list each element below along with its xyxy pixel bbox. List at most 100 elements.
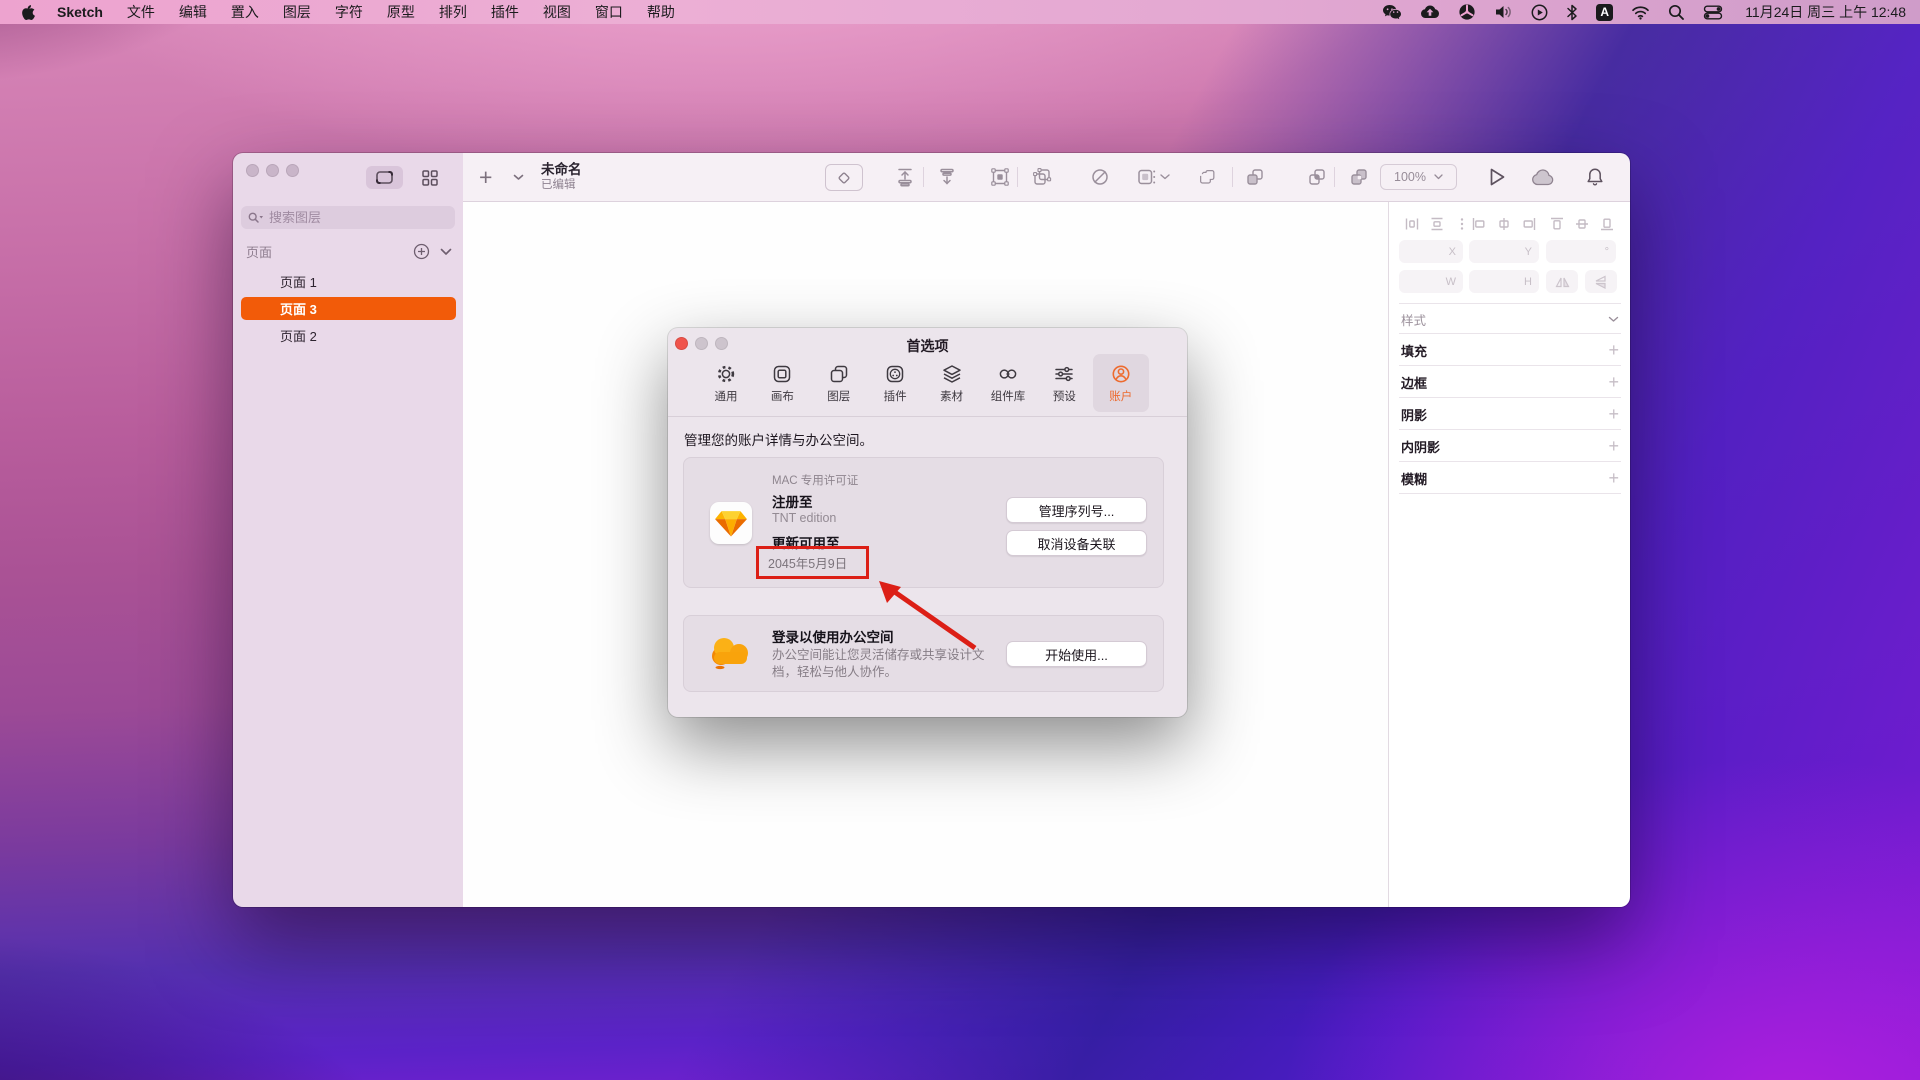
menu-prototype[interactable]: 原型: [375, 2, 427, 22]
align-middle-vertical-icon[interactable]: [1574, 216, 1590, 232]
bring-forward-button[interactable]: [888, 153, 922, 201]
control-center-icon[interactable]: [1703, 5, 1723, 20]
fills-section-row[interactable]: 填充 +: [1401, 335, 1619, 365]
manage-serial-button[interactable]: 管理序列号...: [1006, 497, 1147, 523]
blur-section-row[interactable]: 模糊 +: [1401, 463, 1619, 493]
scale-button[interactable]: [1131, 153, 1175, 201]
collapse-pages-icon[interactable]: [440, 248, 452, 256]
menu-bar: Sketch 文件 编辑 置入 图层 字符 原型 排列 插件 视图 窗口 帮助 …: [0, 0, 1920, 24]
unlink-device-button[interactable]: 取消设备关联: [1006, 530, 1147, 556]
cloud-sync-button[interactable]: [1525, 153, 1561, 201]
inner-shadows-section-row[interactable]: 内阴影 +: [1401, 431, 1619, 461]
add-shadow-icon[interactable]: +: [1608, 404, 1619, 425]
window-minimize-button[interactable]: [266, 164, 279, 177]
preview-button[interactable]: [1479, 153, 1515, 201]
align-top-icon[interactable]: [1549, 216, 1565, 232]
menu-help[interactable]: 帮助: [635, 2, 687, 22]
tab-plugins[interactable]: 插件: [867, 354, 923, 412]
menu-text[interactable]: 字符: [323, 2, 375, 22]
input-method-icon[interactable]: A: [1596, 4, 1613, 21]
tab-canvas[interactable]: 画布: [754, 354, 810, 412]
wifi-icon[interactable]: [1631, 5, 1650, 20]
height-field[interactable]: H: [1469, 270, 1539, 293]
add-border-icon[interactable]: +: [1608, 372, 1619, 393]
distribute-horizontally-icon[interactable]: [1404, 216, 1420, 232]
menu-window[interactable]: 窗口: [583, 2, 635, 22]
flip-horizontal-button[interactable]: [1546, 270, 1578, 293]
width-field[interactable]: W: [1399, 270, 1463, 293]
play-circle-icon[interactable]: [1531, 4, 1548, 21]
tab-presets[interactable]: 预设: [1036, 354, 1092, 412]
style-chevron-icon[interactable]: [1608, 316, 1619, 323]
borders-section-row[interactable]: 边框 +: [1401, 367, 1619, 397]
rotation-field[interactable]: °: [1546, 240, 1616, 263]
menu-insert[interactable]: 置入: [219, 2, 271, 22]
page-item-label: 页面 2: [280, 326, 317, 345]
add-page-icon[interactable]: [413, 243, 430, 260]
menu-layer[interactable]: 图层: [271, 2, 323, 22]
spotlight-search-icon[interactable]: [1668, 4, 1685, 21]
bluetooth-icon[interactable]: [1566, 4, 1578, 21]
boolean-difference-button[interactable]: [1342, 153, 1376, 201]
blur-label: 模糊: [1401, 469, 1427, 488]
get-started-button[interactable]: 开始使用...: [1006, 641, 1147, 667]
page-item-3-selected[interactable]: 页面 3: [241, 297, 456, 320]
boolean-union-button[interactable]: [1190, 153, 1224, 201]
tab-libraries[interactable]: 组件库: [980, 354, 1036, 412]
x-position-field[interactable]: X: [1399, 240, 1463, 263]
tab-account-selected[interactable]: 账户: [1093, 354, 1149, 412]
tab-layers[interactable]: 图层: [811, 354, 867, 412]
more-options-icon[interactable]: [1454, 216, 1470, 232]
shadows-section-row[interactable]: 阴影 +: [1401, 399, 1619, 429]
style-row[interactable]: 样式: [1401, 306, 1619, 332]
registered-to-value: TNT edition: [772, 511, 836, 525]
page-item-1[interactable]: 页面 1: [241, 270, 456, 293]
window-close-button[interactable]: [246, 164, 259, 177]
add-inner-shadow-icon[interactable]: +: [1608, 436, 1619, 457]
add-blur-icon[interactable]: +: [1608, 468, 1619, 489]
y-position-field[interactable]: Y: [1469, 240, 1539, 263]
window-zoom-button[interactable]: [286, 164, 299, 177]
boolean-subtract-button[interactable]: [1238, 153, 1272, 201]
menu-arrange[interactable]: 排列: [427, 2, 479, 22]
menu-plugins[interactable]: 插件: [479, 2, 531, 22]
tab-assets[interactable]: 素材: [924, 354, 980, 412]
insert-component-button[interactable]: [825, 164, 863, 191]
pinwheel-icon[interactable]: [1458, 3, 1476, 21]
menu-bar-clock[interactable]: 11月24日 周三 上午 12:48: [1741, 2, 1906, 22]
zoom-level-dropdown[interactable]: 100%: [1380, 164, 1457, 190]
plugin-outlet-icon: [884, 363, 906, 385]
menu-view[interactable]: 视图: [531, 2, 583, 22]
distribute-vertically-icon[interactable]: [1429, 216, 1445, 232]
components-view-toggle[interactable]: [411, 166, 448, 189]
menu-app-name[interactable]: Sketch: [45, 4, 115, 20]
cloud-app-icon[interactable]: [1420, 4, 1440, 20]
align-bottom-icon[interactable]: [1599, 216, 1615, 232]
apple-menu[interactable]: [0, 3, 45, 21]
stacked-layers-icon: [941, 363, 963, 385]
align-center-horizontal-icon[interactable]: [1496, 216, 1512, 232]
page-item-2[interactable]: 页面 2: [241, 324, 456, 347]
mask-button[interactable]: [1083, 153, 1117, 201]
menu-file[interactable]: 文件: [115, 2, 167, 22]
gear-icon: [715, 363, 737, 385]
insert-chevron-icon[interactable]: [513, 153, 524, 201]
align-left-icon[interactable]: [1471, 216, 1487, 232]
add-fill-icon[interactable]: +: [1608, 340, 1619, 361]
menu-edit[interactable]: 编辑: [167, 2, 219, 22]
volume-icon[interactable]: [1494, 4, 1513, 20]
boolean-intersect-button[interactable]: [1300, 153, 1334, 201]
search-input[interactable]: [269, 210, 429, 225]
canvas-view-toggle[interactable]: [366, 166, 403, 189]
group-button[interactable]: [983, 153, 1017, 201]
insert-button[interactable]: +: [471, 153, 500, 201]
layer-search-field[interactable]: [241, 206, 455, 229]
align-right-icon[interactable]: [1521, 216, 1537, 232]
notifications-button[interactable]: [1577, 153, 1613, 201]
flip-vertical-button[interactable]: [1585, 270, 1617, 293]
tab-label: 通用: [715, 388, 738, 404]
tab-general[interactable]: 通用: [698, 354, 754, 412]
ungroup-button[interactable]: [1025, 153, 1059, 201]
wechat-icon[interactable]: [1382, 4, 1402, 21]
send-backward-button[interactable]: [930, 153, 964, 201]
